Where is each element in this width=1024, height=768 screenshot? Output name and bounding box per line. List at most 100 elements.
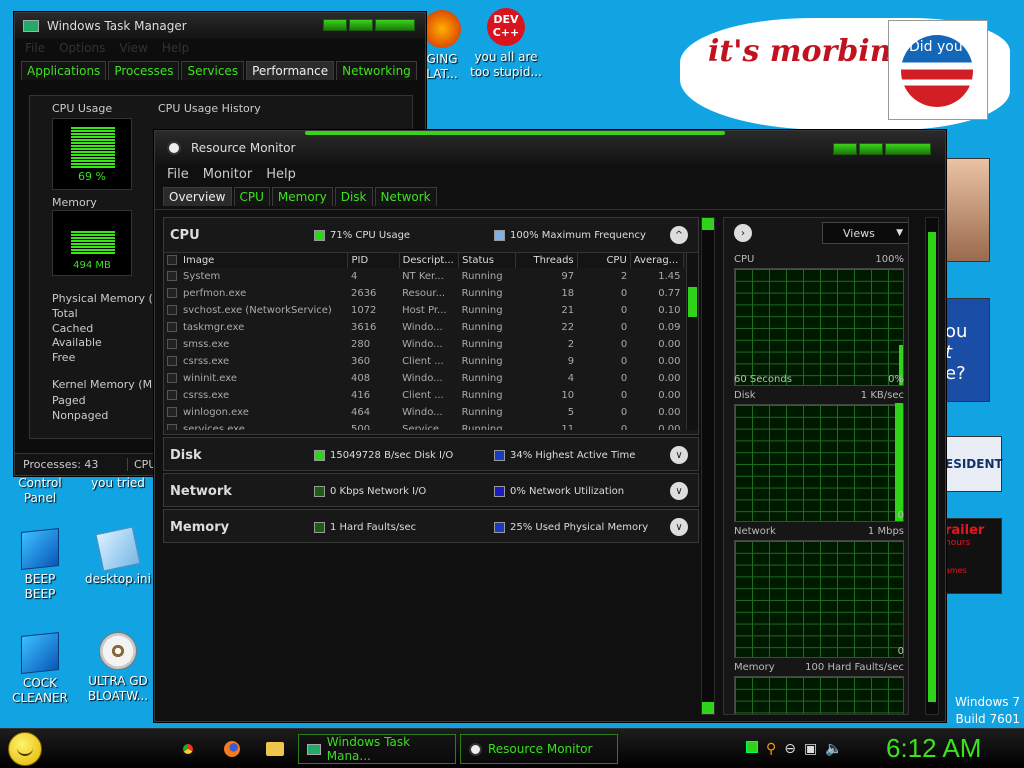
volume-icon[interactable]: 🔈 [825,741,842,757]
col-status[interactable]: Status [458,253,517,268]
row-checkbox[interactable] [167,305,177,315]
table-row[interactable]: wininit.exe 408 Windo... Running 4 0 0.00 [164,370,684,387]
tab-network[interactable]: Network [374,187,437,206]
desktop-icon-control-panel[interactable]: Control Panel [0,476,80,506]
menu-view[interactable]: View [119,41,147,55]
table-row[interactable]: taskmgr.exe 3616 Windo... Running 22 0 0.09 [164,319,684,336]
task-manager-titlebar[interactable]: Windows Task Manager [15,13,425,39]
menu-monitor[interactable]: Monitor [203,167,252,182]
tab-performance[interactable]: Performance [246,61,335,80]
menu-help[interactable]: Help [266,167,296,182]
cell-status: Running [461,424,503,430]
network-icon[interactable]: ▣ [804,741,817,757]
cell-status: Running [461,373,503,384]
row-checkbox[interactable] [167,373,177,383]
scroll-thumb[interactable] [688,287,697,317]
resource-monitor-titlebar[interactable]: Resource Monitor [155,131,945,165]
minimize-button[interactable] [323,19,347,31]
row-checkbox[interactable] [167,356,177,366]
desktop-icon-you-tried[interactable]: you tried [78,476,158,491]
tab-disk[interactable]: Disk [334,187,373,206]
menu-options[interactable]: Options [59,41,105,55]
expand-icon[interactable]: ∨ [670,482,688,500]
menu-help[interactable]: Help [162,41,189,55]
tray-green-icon[interactable] [746,741,758,753]
desktop-icon-label: you all are too stupid... [470,50,542,79]
disk-section-header[interactable]: Disk 15049728 B/sec Disk I/O 34% Highest… [164,438,698,472]
table-scrollbar[interactable] [686,253,698,430]
collapse-pane-button[interactable]: › [734,224,752,242]
desktop-icon-devcpp[interactable]: DEV C++ you all are too stupid... [466,8,546,80]
table-row[interactable]: csrss.exe 416 Client ... Running 10 0 0.00 [164,387,684,404]
table-row[interactable]: smss.exe 280 Windo... Running 2 0 0.00 [164,336,684,353]
row-checkbox[interactable] [167,288,177,298]
resource-monitor-window[interactable]: Resource Monitor File Monitor Help Overv… [154,130,946,722]
tab-networking[interactable]: Networking [336,61,417,80]
memory-section-header[interactable]: Memory 1 Hard Faults/sec 25% Used Physic… [164,510,698,544]
disk-section[interactable]: Disk 15049728 B/sec Disk I/O 34% Highest… [163,437,699,471]
memory-section[interactable]: Memory 1 Hard Faults/sec 25% Used Physic… [163,509,699,543]
col-description[interactable]: Descript... [399,253,460,268]
col-average[interactable]: Averag... [630,253,685,268]
expand-icon[interactable]: ∨ [670,446,688,464]
select-all-checkbox[interactable] [167,255,177,265]
views-dropdown[interactable]: Views ▼ [822,222,908,244]
graphs-scroll-thumb[interactable] [928,232,936,702]
minimize-button[interactable] [833,143,857,155]
table-row[interactable]: winlogon.exe 464 Windo... Running 5 0 0.00 [164,404,684,421]
tab-processes[interactable]: Processes [108,61,180,80]
start-button[interactable] [8,732,42,766]
taskbar-task-manager[interactable]: Windows Task Mana... [298,734,456,764]
table-row[interactable]: svchost.exe (NetworkService) 1072 Host Pr.… [164,302,684,319]
table-row[interactable]: services.exe 500 Service... Running 11 0 0.00 [164,421,684,430]
row-checkbox[interactable] [167,390,177,400]
collapse-icon[interactable]: ^ [670,226,688,244]
graph-max: 1 Mbps [867,526,904,537]
cell-cpu: 0 [620,390,628,401]
row-checkbox[interactable] [167,407,177,417]
scroll-down-button[interactable] [702,702,714,714]
row-checkbox[interactable] [167,322,177,332]
row-checkbox[interactable] [167,424,177,430]
row-checkbox[interactable] [167,339,177,349]
col-pid[interactable]: PID [347,253,400,268]
row-checkbox[interactable] [167,271,177,281]
taskbar-resource-monitor[interactable]: Resource Monitor [460,734,618,764]
minus-circle-icon[interactable]: ⊖ [784,741,796,757]
tab-services[interactable]: Services [181,61,245,80]
col-cpu[interactable]: CPU [577,253,631,268]
folder-icon[interactable] [266,742,284,756]
network-section-header[interactable]: Network 0 Kbps Network I/O 0% Network Ut… [164,474,698,508]
close-button[interactable] [885,143,931,155]
taskbar-clock[interactable]: 6:12 AM [886,733,981,764]
menu-file[interactable]: File [167,167,189,182]
desktop-icon-beep-beep[interactable]: BEEP BEEP [0,528,80,602]
maximize-button[interactable] [349,19,373,31]
firefox-icon[interactable] [224,741,240,757]
scroll-up-button[interactable] [702,218,714,230]
cell-cpu: 0 [620,356,628,367]
chrome-icon[interactable] [180,741,196,757]
cpu-section-header[interactable]: CPU 71% CPU Usage 100% Maximum Frequency… [164,218,698,252]
network-section[interactable]: Network 0 Kbps Network I/O 0% Network Ut… [163,473,699,507]
tab-overview[interactable]: Overview [163,187,232,206]
tab-applications[interactable]: Applications [21,61,107,80]
maximize-button[interactable] [859,143,883,155]
search-icon[interactable]: ⚲ [766,741,776,757]
table-row[interactable]: csrss.exe 360 Client ... Running 9 0 0.00 [164,353,684,370]
close-button[interactable] [375,19,415,31]
table-row[interactable]: perfmon.exe 2636 Resour... Running 18 0 0.77 [164,285,684,302]
col-threads[interactable]: Threads [515,253,578,268]
desktop-icon-cock-cleaner[interactable]: COCK CLEANER [0,632,80,706]
tab-cpu[interactable]: CPU [233,187,270,206]
table-row[interactable]: System 4 NT Ker... Running 97 2 1.45 [164,268,684,285]
desktop-icon-ultra-gd[interactable]: ULTRA GD BLOATW... [78,632,158,704]
graphs-scrollbar[interactable] [925,217,939,715]
menu-file[interactable]: File [25,41,45,55]
tab-memory[interactable]: Memory [271,187,333,206]
col-image[interactable]: Image [164,253,349,268]
desktop-icon-desktop-ini[interactable]: desktop.ini [78,526,158,587]
main-scrollbar[interactable] [701,217,715,715]
expand-icon[interactable]: ∨ [670,518,688,536]
watermark-line: Build 7601 [955,712,1020,726]
